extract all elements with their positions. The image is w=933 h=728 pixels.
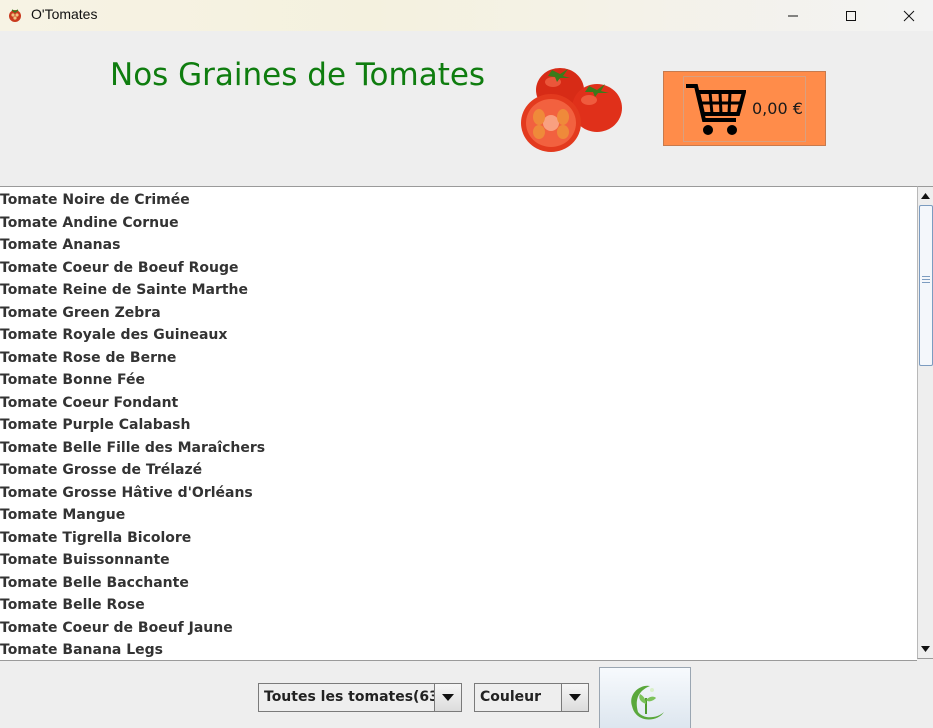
tomato-app-icon bbox=[9, 9, 21, 22]
list-item[interactable]: Tomate Rose de Berne bbox=[0, 347, 176, 369]
category-select-value: Toutes les tomates(63) bbox=[264, 689, 446, 705]
list-item[interactable]: Tomate Purple Calabash bbox=[0, 414, 190, 436]
list-item[interactable]: Tomate Mangue bbox=[0, 504, 125, 526]
cart-total: 0,00 € bbox=[752, 99, 803, 118]
color-select[interactable]: Couleur bbox=[474, 683, 589, 712]
list-item[interactable]: Tomate Ananas bbox=[0, 234, 120, 256]
seedling-button[interactable] bbox=[599, 667, 691, 728]
window-title: O'Tomates bbox=[31, 6, 98, 22]
tomatoes-image bbox=[521, 68, 622, 152]
title-bar: O'Tomates bbox=[0, 0, 933, 31]
close-button[interactable] bbox=[886, 0, 932, 31]
seedling-icon bbox=[631, 685, 664, 720]
list-item[interactable]: Tomate Banana Legs bbox=[0, 639, 163, 660]
color-select-value: Couleur bbox=[480, 689, 542, 705]
list-item[interactable]: Tomate Noire de Crimée bbox=[0, 189, 190, 211]
color-dropdown-button[interactable] bbox=[561, 684, 588, 711]
list-item[interactable]: Tomate Green Zebra bbox=[0, 302, 161, 324]
thumb-grip bbox=[922, 279, 930, 280]
maximize-button[interactable] bbox=[828, 0, 874, 31]
minimize-icon bbox=[788, 15, 798, 16]
scroll-down-icon bbox=[921, 646, 930, 652]
list-item[interactable]: Tomate Coeur Fondant bbox=[0, 392, 178, 414]
scroll-up-icon bbox=[921, 193, 930, 199]
chevron-down-icon bbox=[569, 694, 581, 701]
thumb-grip bbox=[922, 276, 930, 277]
list-item[interactable]: Tomate Grosse Hâtive d'Orléans bbox=[0, 482, 253, 504]
category-select[interactable]: Toutes les tomates(63) bbox=[258, 683, 462, 712]
list-item[interactable]: Tomate Belle Fille des Maraîchers bbox=[0, 437, 265, 459]
tomato-list[interactable]: Tomate Noire de Crimée Tomate Andine Cor… bbox=[0, 186, 917, 661]
list-item[interactable]: Tomate Bonne Fée bbox=[0, 369, 145, 391]
list-item[interactable]: Tomate Grosse de Trélazé bbox=[0, 459, 202, 481]
maximize-icon bbox=[846, 10, 856, 21]
list-item[interactable]: Tomate Reine de Sainte Marthe bbox=[0, 279, 248, 301]
list-scrollbar[interactable] bbox=[917, 186, 933, 659]
list-item[interactable]: Tomate Andine Cornue bbox=[0, 212, 179, 234]
close-icon bbox=[903, 10, 915, 21]
page-title: Nos Graines de Tomates bbox=[110, 57, 486, 93]
list-item[interactable]: Tomate Tigrella Bicolore bbox=[0, 527, 191, 549]
category-dropdown-button[interactable] bbox=[434, 684, 461, 711]
minimize-button[interactable] bbox=[770, 0, 816, 31]
shopping-cart-icon bbox=[686, 84, 746, 135]
list-item[interactable]: Tomate Buissonnante bbox=[0, 549, 170, 571]
scroll-down-button[interactable] bbox=[918, 641, 933, 657]
thumb-grip bbox=[922, 282, 930, 283]
list-item[interactable]: Tomate Coeur de Boeuf Jaune bbox=[0, 617, 233, 639]
list-item[interactable]: Tomate Belle Rose bbox=[0, 594, 145, 616]
scroll-thumb[interactable] bbox=[919, 205, 933, 366]
list-item[interactable]: Tomate Belle Bacchante bbox=[0, 572, 189, 594]
chevron-down-icon bbox=[442, 694, 454, 701]
list-item[interactable]: Tomate Coeur de Boeuf Rouge bbox=[0, 257, 239, 279]
scroll-up-button[interactable] bbox=[918, 188, 933, 204]
list-item[interactable]: Tomate Royale des Guineaux bbox=[0, 324, 227, 346]
